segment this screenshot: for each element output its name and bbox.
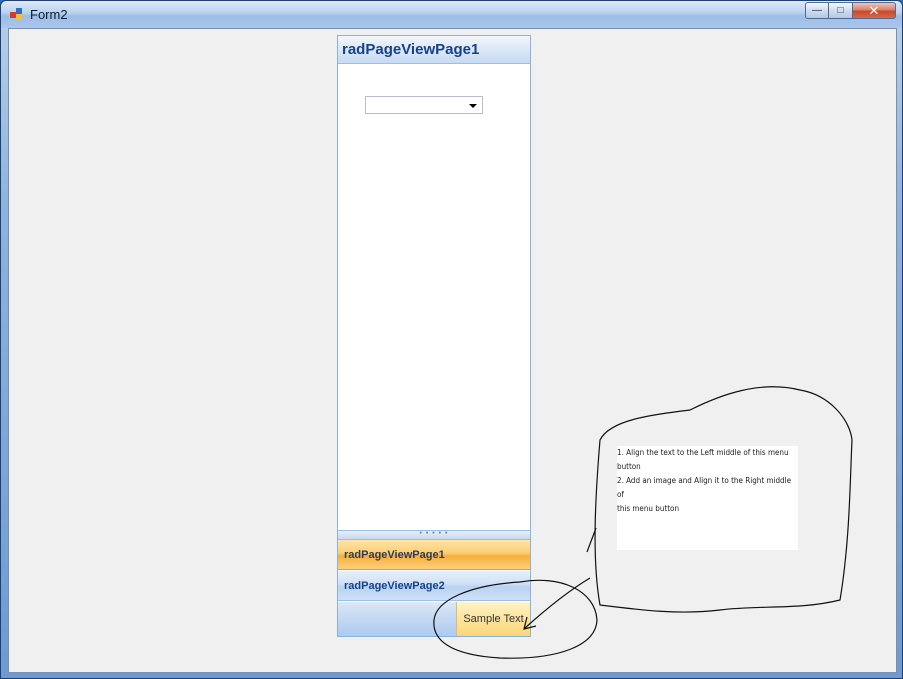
note-line-4: this menu button (617, 504, 680, 513)
form-client-area: radPageViewPage1 • • • • • radPageViewPa… (8, 28, 897, 673)
page-title: radPageViewPage1 (342, 41, 480, 58)
caption-buttons: — □ ✕ (805, 2, 896, 19)
title-bar[interactable]: Form2 — □ ✕ (1, 1, 902, 28)
rad-page-view: radPageViewPage1 • • • • • radPageViewPa… (337, 35, 531, 637)
close-button[interactable]: ✕ (853, 2, 896, 19)
note-line-3: 2. Add an image and Align it to the Righ… (617, 476, 792, 499)
annotation-note: 1. Align the text to the Left middle of … (617, 446, 798, 550)
splitter-grip[interactable]: • • • • • (338, 530, 530, 540)
maximize-icon: □ (837, 5, 844, 16)
sample-text-menu-button[interactable]: Sample Text (456, 602, 530, 636)
window-title: Form2 (30, 7, 68, 22)
app-icon (10, 8, 22, 20)
maximize-button[interactable]: □ (829, 2, 853, 19)
close-icon: ✕ (868, 2, 880, 18)
nav-item-page1[interactable]: radPageViewPage1 (338, 540, 530, 570)
page-header: radPageViewPage1 (338, 36, 530, 64)
dropdown-combobox[interactable] (365, 96, 483, 114)
minimize-icon: — (812, 5, 822, 16)
overflow-menu-strip: Sample Text (338, 602, 530, 636)
nav-item-page2[interactable]: radPageViewPage2 (338, 571, 530, 601)
minimize-button[interactable]: — (805, 2, 829, 19)
dropdown-arrow-icon[interactable] (469, 104, 477, 108)
form-window: Form2 — □ ✕ radPageViewPage1 • • • • • r… (0, 0, 903, 679)
note-line-2: button (617, 462, 641, 471)
note-line-1: 1. Align the text to the Left middle of … (617, 448, 789, 457)
